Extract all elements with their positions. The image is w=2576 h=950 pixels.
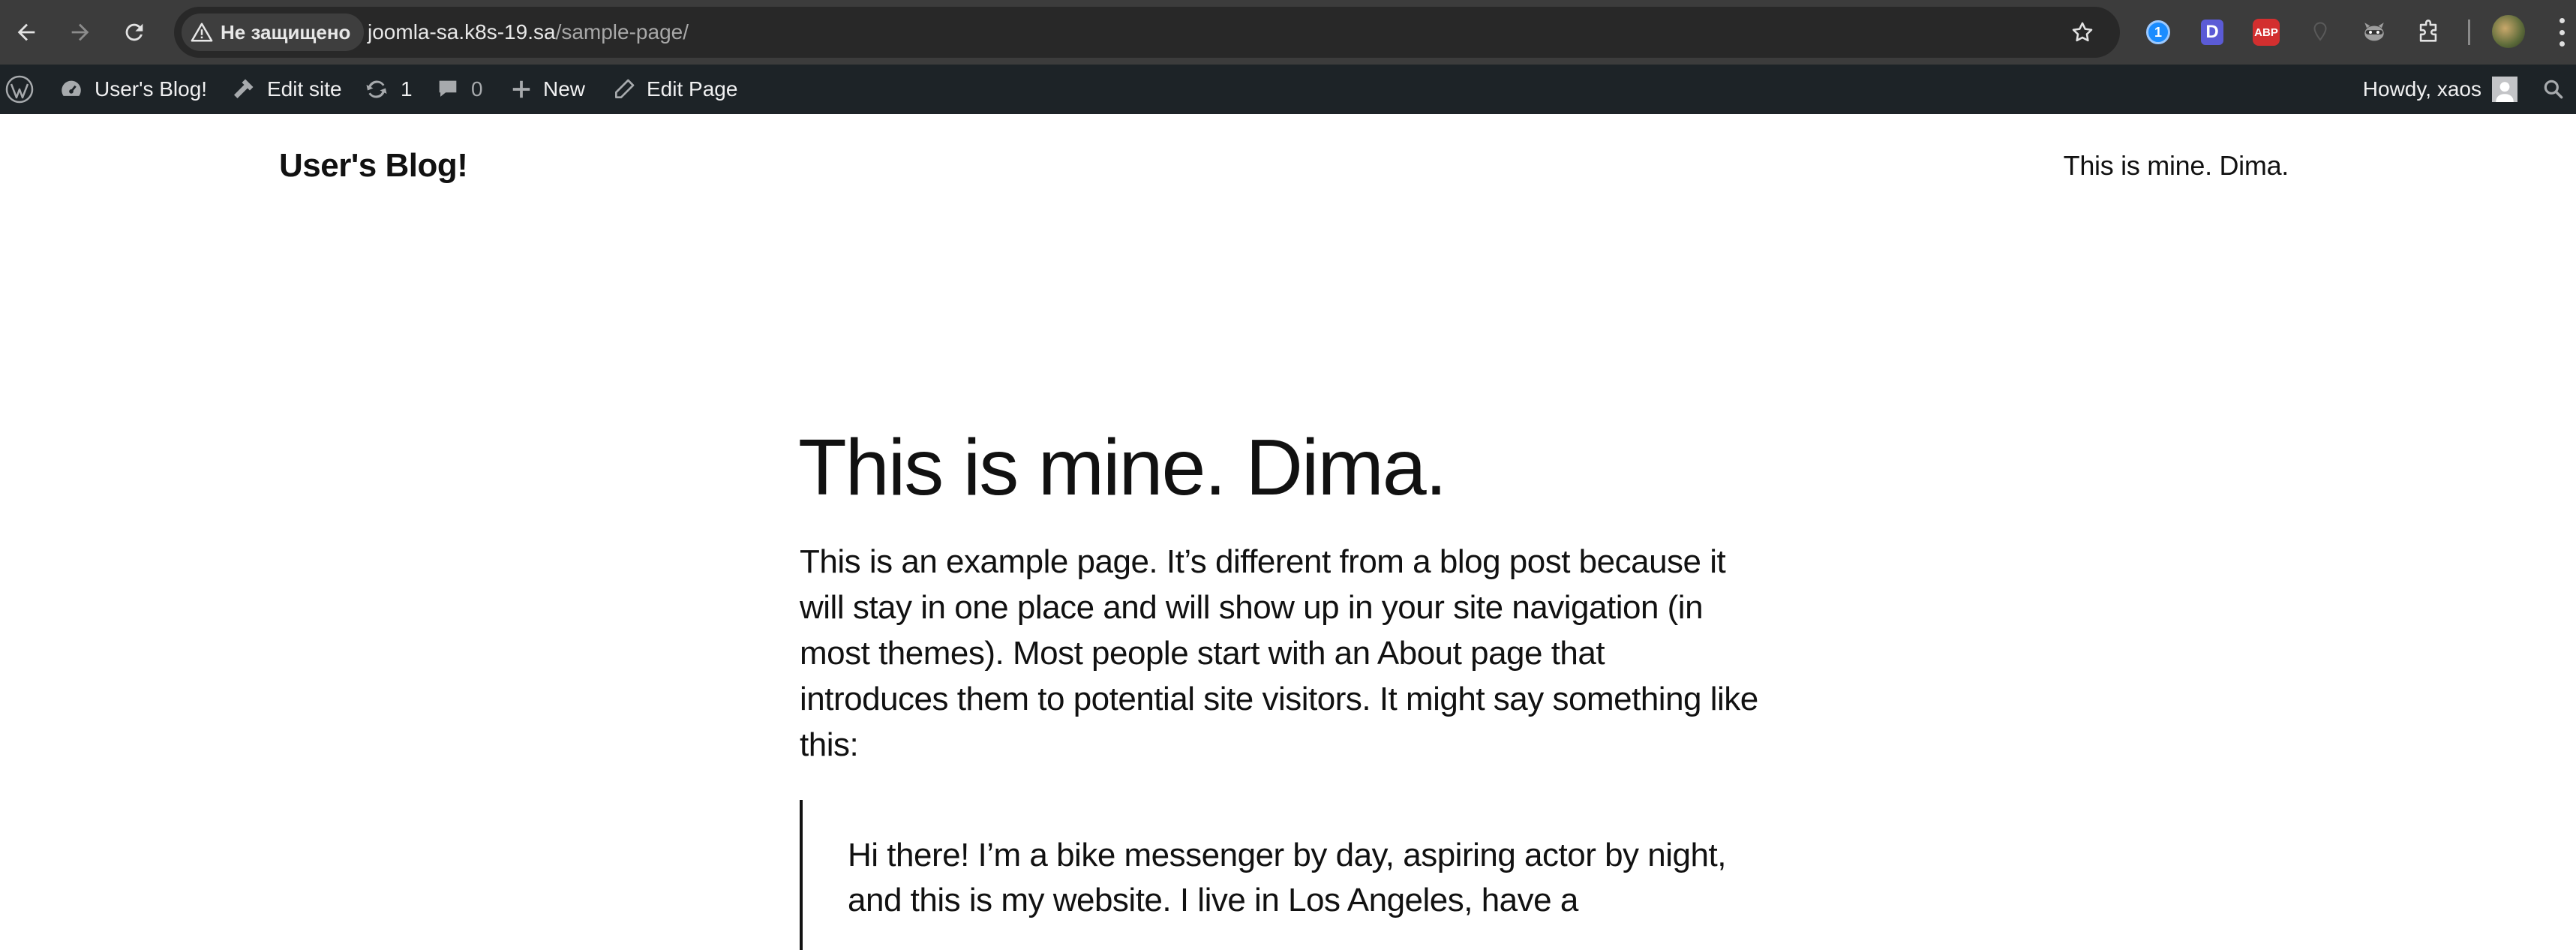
howdy-label: Howdy, xaos [2362, 77, 2481, 101]
map-pin-icon [2313, 22, 2327, 41]
url-host: joomla-sa.k8s-19.sa [368, 20, 556, 44]
reload-button[interactable] [116, 14, 153, 51]
star-icon [2072, 22, 2093, 42]
wordpress-logo-icon [5, 75, 34, 104]
onepassword-icon: 1 [2146, 20, 2170, 44]
warning-triangle-icon [191, 23, 213, 42]
menu-dot [2559, 41, 2565, 47]
arrow-right-icon [71, 23, 89, 41]
page-intro-paragraph: This is an example page. It’s different … [800, 543, 1758, 763]
edit-page-link[interactable]: Edit Page [612, 65, 737, 114]
menu-dot [2559, 29, 2565, 35]
pencil-icon [615, 79, 635, 98]
updates-count: 1 [401, 77, 413, 101]
site-name-menu[interactable]: User's Blog! [59, 65, 207, 114]
site-name-label: User's Blog! [95, 77, 208, 101]
reload-icon [125, 23, 143, 41]
forward-button[interactable] [62, 14, 99, 51]
wp-admin-bar: User's Blog! Edit site 1 0 New Edit Page… [0, 65, 2576, 114]
back-button[interactable] [8, 14, 45, 51]
plus-icon [512, 80, 530, 98]
profile-avatar[interactable] [2492, 15, 2525, 48]
raccoon-icon [2364, 23, 2384, 41]
arrow-left-icon [17, 23, 35, 41]
location-extension-button[interactable] [2304, 17, 2336, 48]
adblock-plus-icon: ABP [2253, 19, 2280, 46]
menu-dot [2559, 18, 2565, 23]
browser-toolbar: Не защищено joomla-sa.k8s-19.sa/sample-p… [0, 0, 2576, 65]
comment-bubble-icon [439, 80, 457, 97]
browser-menu-button[interactable] [2550, 15, 2573, 50]
blockquote: Hi there! I’m a bike messenger by day, a… [800, 800, 1760, 950]
page-title: This is mine. Dima. [798, 423, 1447, 512]
d-extension-button[interactable]: D [2196, 17, 2228, 48]
d-extension-icon: D [2201, 20, 2223, 45]
adblock-plus-button[interactable]: ABP [2250, 17, 2282, 48]
edit-site-label: Edit site [267, 77, 342, 101]
dashboard-gauge-icon [62, 80, 81, 96]
updates-sync-icon [366, 80, 387, 98]
wp-logo-menu[interactable] [5, 65, 35, 114]
edit-page-label: Edit Page [647, 77, 738, 101]
admin-search-button[interactable] [2541, 65, 2565, 114]
hammer-icon [234, 79, 254, 98]
nav-link-sample-page[interactable]: This is mine. Dima. [2064, 150, 2289, 182]
user-silhouette-icon [2496, 82, 2514, 102]
extensions-menu-button[interactable] [2412, 17, 2444, 48]
search-icon [2544, 80, 2563, 99]
site-title[interactable]: User's Blog! [279, 147, 468, 185]
raccoon-extension-button[interactable] [2358, 17, 2390, 48]
url-text[interactable]: joomla-sa.k8s-19.sa/sample-page/ [368, 7, 689, 58]
address-bar[interactable]: Не защищено joomla-sa.k8s-19.sa/sample-p… [174, 7, 2120, 58]
bookmark-star-button[interactable] [2067, 17, 2097, 47]
onepassword-extension-button[interactable]: 1 [2142, 17, 2174, 48]
user-avatar [2492, 77, 2517, 102]
edit-site-link[interactable]: Edit site [230, 65, 342, 114]
new-content-menu[interactable]: New [510, 65, 585, 114]
puzzle-icon [2419, 20, 2437, 42]
my-account-menu[interactable]: Howdy, xaos [2363, 65, 2517, 114]
security-label: Не защищено [221, 20, 351, 44]
toolbar-separator [2468, 20, 2470, 45]
updates-link[interactable]: 1 [363, 65, 413, 114]
url-path: /sample-page/ [555, 20, 689, 44]
comments-count: 0 [471, 77, 483, 101]
new-label: New [543, 77, 586, 101]
security-chip[interactable]: Не защищено [182, 14, 365, 51]
blockquote-text: Hi there! I’m a bike messenger by day, a… [848, 837, 1726, 918]
comments-link[interactable]: 0 [435, 65, 483, 114]
